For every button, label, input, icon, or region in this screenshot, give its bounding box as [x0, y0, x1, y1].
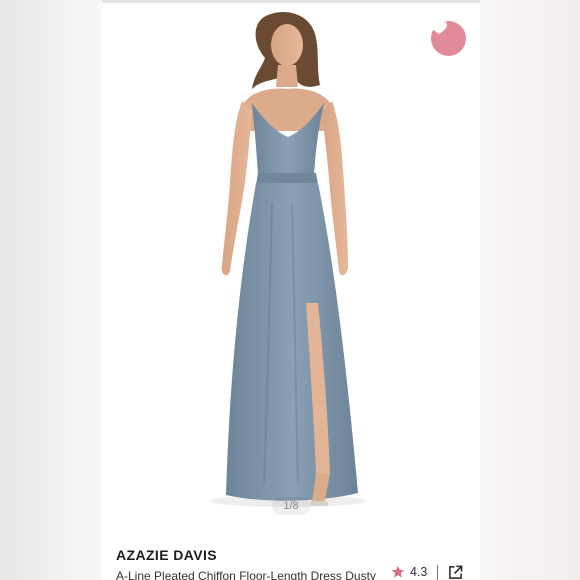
external-link-icon — [449, 565, 463, 579]
heart-icon — [431, 21, 447, 34]
product-title[interactable]: A-Line Pleated Chiffon Floor-Length Dres… — [116, 569, 388, 580]
share-button[interactable] — [448, 565, 463, 580]
divider — [437, 564, 439, 580]
product-card[interactable]: 1/8 AZAZIE DAVIS A-Line Pleated Chiffon … — [102, 0, 480, 580]
favorite-button[interactable] — [431, 21, 466, 56]
background-blur-right — [478, 0, 580, 580]
rating-value: 4.3 — [410, 565, 428, 579]
listing-meta: 4.3 — [391, 562, 463, 580]
background-blur-left — [0, 0, 102, 580]
image-counter: 1/8 — [272, 497, 310, 515]
star-icon — [391, 565, 405, 579]
brand-name: AZAZIE DAVIS — [116, 547, 217, 563]
product-image[interactable]: 1/8 — [102, 3, 480, 525]
model-in-dress-illustration — [210, 11, 366, 507]
